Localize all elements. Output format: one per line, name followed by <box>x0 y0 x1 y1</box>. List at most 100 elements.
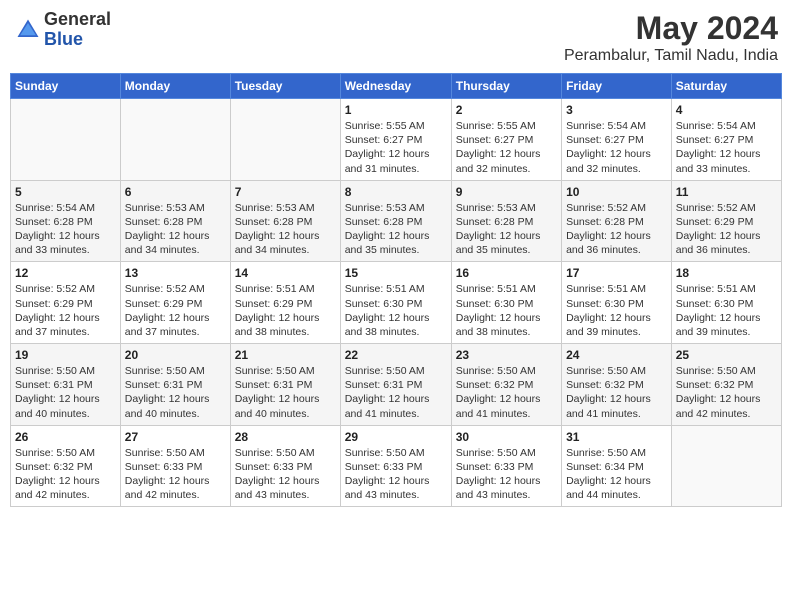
day-info: Sunrise: 5:55 AM Sunset: 6:27 PM Dayligh… <box>345 119 447 176</box>
day-number: 15 <box>345 266 447 280</box>
day-number: 23 <box>456 348 557 362</box>
day-number: 19 <box>15 348 116 362</box>
calendar-cell: 15Sunrise: 5:51 AM Sunset: 6:30 PM Dayli… <box>340 262 451 344</box>
weekday-header-row: SundayMondayTuesdayWednesdayThursdayFrid… <box>11 74 782 99</box>
calendar-cell: 9 Sunrise: 5:53 AM Sunset: 6:28 PM Daylig… <box>451 180 561 262</box>
calendar-cell: 8Sunrise: 5:53 AM Sunset: 6:28 PM Daylig… <box>340 180 451 262</box>
weekday-header: Saturday <box>671 74 781 99</box>
weekday-header: Sunday <box>11 74 121 99</box>
day-info: Sunrise: 5:50 AM Sunset: 6:34 PM Dayligh… <box>566 446 667 503</box>
calendar-cell: 27 Sunrise: 5:50 AM Sunset: 6:33 PM Dayli… <box>120 425 230 507</box>
calendar-cell: 16 Sunrise: 5:51 AM Sunset: 6:30 PM Dayli… <box>451 262 561 344</box>
day-info: Sunrise: 5:53 AM Sunset: 6:28 PM Dayligh… <box>456 201 557 258</box>
day-info: Sunrise: 5:54 AM Sunset: 6:27 PM Dayligh… <box>676 119 777 176</box>
day-info: Sunrise: 5:54 AM Sunset: 6:27 PM Dayligh… <box>566 119 667 176</box>
day-info: Sunrise: 5:51 AM Sunset: 6:30 PM Dayligh… <box>566 282 667 339</box>
calendar-cell: 3 Sunrise: 5:54 AM Sunset: 6:27 PM Daylig… <box>562 99 672 181</box>
day-number: 26 <box>15 430 116 444</box>
day-info: Sunrise: 5:50 AM Sunset: 6:33 PM Dayligh… <box>125 446 226 503</box>
calendar-cell: 29 Sunrise: 5:50 AM Sunset: 6:33 PM Dayli… <box>340 425 451 507</box>
calendar-cell: 23 Sunrise: 5:50 AM Sunset: 6:32 PM Dayli… <box>451 344 561 426</box>
calendar-week-row: 19 Sunrise: 5:50 AM Sunset: 6:31 PM Dayli… <box>11 344 782 426</box>
calendar-cell: 7Sunrise: 5:53 AM Sunset: 6:28 PM Daylig… <box>230 180 340 262</box>
page-header: General Blue May 2024 Perambalur, Tamil … <box>10 10 782 65</box>
day-info: Sunrise: 5:52 AM Sunset: 6:29 PM Dayligh… <box>676 201 777 258</box>
day-number: 13 <box>125 266 226 280</box>
calendar-cell <box>120 99 230 181</box>
calendar-cell: 5Sunrise: 5:54 AM Sunset: 6:28 PM Daylig… <box>11 180 121 262</box>
day-info: Sunrise: 5:50 AM Sunset: 6:32 PM Dayligh… <box>456 364 557 421</box>
day-number: 16 <box>456 266 557 280</box>
day-number: 1 <box>345 103 447 117</box>
day-info: Sunrise: 5:50 AM Sunset: 6:32 PM Dayligh… <box>15 446 116 503</box>
logo-icon <box>14 16 42 44</box>
day-number: 10 <box>566 185 667 199</box>
day-info: Sunrise: 5:50 AM Sunset: 6:31 PM Dayligh… <box>345 364 447 421</box>
calendar-cell: 20Sunrise: 5:50 AM Sunset: 6:31 PM Dayli… <box>120 344 230 426</box>
day-info: Sunrise: 5:50 AM Sunset: 6:33 PM Dayligh… <box>235 446 336 503</box>
calendar-week-row: 1 Sunrise: 5:55 AM Sunset: 6:27 PM Daylig… <box>11 99 782 181</box>
calendar-cell: 2 Sunrise: 5:55 AM Sunset: 6:27 PM Daylig… <box>451 99 561 181</box>
calendar-week-row: 12 Sunrise: 5:52 AM Sunset: 6:29 PM Dayli… <box>11 262 782 344</box>
calendar-cell: 14 Sunrise: 5:51 AM Sunset: 6:29 PM Dayli… <box>230 262 340 344</box>
day-info: Sunrise: 5:50 AM Sunset: 6:31 PM Dayligh… <box>125 364 226 421</box>
day-number: 18 <box>676 266 777 280</box>
logo: General Blue <box>14 10 111 50</box>
calendar-cell: 31 Sunrise: 5:50 AM Sunset: 6:34 PM Dayli… <box>562 425 672 507</box>
logo-general: General <box>44 9 111 29</box>
calendar-cell: 4 Sunrise: 5:54 AM Sunset: 6:27 PM Daylig… <box>671 99 781 181</box>
day-number: 9 <box>456 185 557 199</box>
calendar-cell: 21Sunrise: 5:50 AM Sunset: 6:31 PM Dayli… <box>230 344 340 426</box>
day-number: 22 <box>345 348 447 362</box>
day-info: Sunrise: 5:50 AM Sunset: 6:31 PM Dayligh… <box>235 364 336 421</box>
calendar-cell: 12 Sunrise: 5:52 AM Sunset: 6:29 PM Dayli… <box>11 262 121 344</box>
calendar-cell: 25Sunrise: 5:50 AM Sunset: 6:32 PM Dayli… <box>671 344 781 426</box>
day-number: 28 <box>235 430 336 444</box>
calendar-cell: 17 Sunrise: 5:51 AM Sunset: 6:30 PM Dayli… <box>562 262 672 344</box>
day-info: Sunrise: 5:53 AM Sunset: 6:28 PM Dayligh… <box>235 201 336 258</box>
day-info: Sunrise: 5:50 AM Sunset: 6:33 PM Dayligh… <box>456 446 557 503</box>
calendar-cell <box>671 425 781 507</box>
day-number: 29 <box>345 430 447 444</box>
weekday-header: Wednesday <box>340 74 451 99</box>
weekday-header: Monday <box>120 74 230 99</box>
calendar-subtitle: Perambalur, Tamil Nadu, India <box>564 47 778 65</box>
day-info: Sunrise: 5:50 AM Sunset: 6:32 PM Dayligh… <box>676 364 777 421</box>
weekday-header: Tuesday <box>230 74 340 99</box>
day-info: Sunrise: 5:55 AM Sunset: 6:27 PM Dayligh… <box>456 119 557 176</box>
day-number: 3 <box>566 103 667 117</box>
calendar-cell: 11 Sunrise: 5:52 AM Sunset: 6:29 PM Dayli… <box>671 180 781 262</box>
weekday-header: Thursday <box>451 74 561 99</box>
day-number: 4 <box>676 103 777 117</box>
day-info: Sunrise: 5:51 AM Sunset: 6:30 PM Dayligh… <box>456 282 557 339</box>
calendar-title: May 2024 <box>564 10 778 47</box>
calendar-cell: 1 Sunrise: 5:55 AM Sunset: 6:27 PM Daylig… <box>340 99 451 181</box>
day-info: Sunrise: 5:50 AM Sunset: 6:32 PM Dayligh… <box>566 364 667 421</box>
weekday-header: Friday <box>562 74 672 99</box>
day-number: 17 <box>566 266 667 280</box>
day-info: Sunrise: 5:52 AM Sunset: 6:29 PM Dayligh… <box>125 282 226 339</box>
day-number: 31 <box>566 430 667 444</box>
day-number: 12 <box>15 266 116 280</box>
day-number: 5 <box>15 185 116 199</box>
day-info: Sunrise: 5:53 AM Sunset: 6:28 PM Dayligh… <box>125 201 226 258</box>
day-number: 8 <box>345 185 447 199</box>
day-info: Sunrise: 5:51 AM Sunset: 6:29 PM Dayligh… <box>235 282 336 339</box>
day-info: Sunrise: 5:52 AM Sunset: 6:28 PM Dayligh… <box>566 201 667 258</box>
calendar-week-row: 5Sunrise: 5:54 AM Sunset: 6:28 PM Daylig… <box>11 180 782 262</box>
day-info: Sunrise: 5:50 AM Sunset: 6:33 PM Dayligh… <box>345 446 447 503</box>
day-number: 11 <box>676 185 777 199</box>
day-number: 2 <box>456 103 557 117</box>
calendar-cell: 26 Sunrise: 5:50 AM Sunset: 6:32 PM Dayli… <box>11 425 121 507</box>
calendar-cell <box>230 99 340 181</box>
day-info: Sunrise: 5:50 AM Sunset: 6:31 PM Dayligh… <box>15 364 116 421</box>
calendar-cell: 30Sunrise: 5:50 AM Sunset: 6:33 PM Dayli… <box>451 425 561 507</box>
calendar-cell: 22 Sunrise: 5:50 AM Sunset: 6:31 PM Dayli… <box>340 344 451 426</box>
day-number: 27 <box>125 430 226 444</box>
logo-text: General Blue <box>44 10 111 50</box>
calendar-cell: 10 Sunrise: 5:52 AM Sunset: 6:28 PM Dayli… <box>562 180 672 262</box>
day-number: 14 <box>235 266 336 280</box>
day-info: Sunrise: 5:51 AM Sunset: 6:30 PM Dayligh… <box>676 282 777 339</box>
day-info: Sunrise: 5:52 AM Sunset: 6:29 PM Dayligh… <box>15 282 116 339</box>
calendar-cell: 18 Sunrise: 5:51 AM Sunset: 6:30 PM Dayli… <box>671 262 781 344</box>
